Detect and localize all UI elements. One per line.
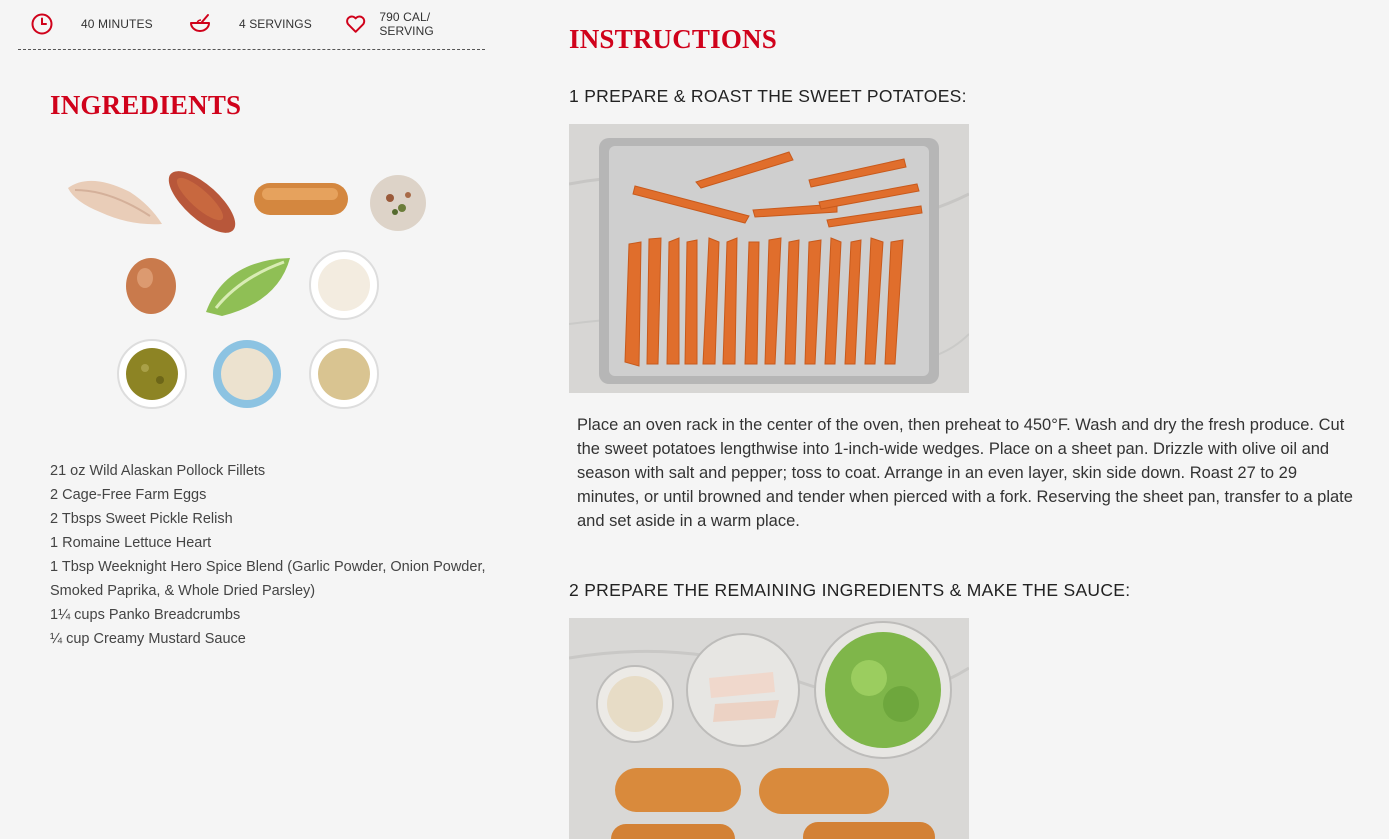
clock-icon — [31, 13, 53, 35]
ingredient-item: ¼ cup Creamy Mustard Sauce — [50, 631, 246, 647]
ingredients-heading: INGREDIENTS — [50, 90, 242, 120]
ingredients-photo — [68, 171, 426, 409]
ingredient-item: 21 oz Wild Alaskan Pollock Fillets — [50, 463, 266, 479]
ingredient-list: 21 oz Wild Alaskan Pollock Fillets 2 Cag… — [50, 459, 490, 651]
ingredients-column: 40 MINUTES 4 SERVINGS 790 CAL/ SERVING I… — [0, 0, 520, 839]
ingredient-item: 2 Cage-Free Farm Eggs — [50, 487, 207, 503]
servings-label: 4 SERVINGS — [239, 17, 312, 31]
instructions-column: INSTRUCTIONS 1 PREPARE & ROAST THE SWEET… — [569, 0, 1369, 839]
time-meta: 40 MINUTES — [30, 12, 153, 36]
calories-label: 790 CAL/ SERVING — [379, 10, 434, 38]
step-2-title: 2 PREPARE THE REMAINING INGREDIENTS & MA… — [569, 580, 1131, 600]
step-1-description: Place an oven rack in the center of the … — [577, 416, 1353, 530]
step-2-photo — [569, 618, 969, 839]
ingredient-item: 1 Tbsp Weeknight Hero Spice Blend (Garli… — [50, 559, 486, 599]
bowl-icon — [190, 14, 210, 32]
ingredient-item: 1¼ cups Panko Breadcrumbs — [50, 607, 241, 623]
calories-meta: 790 CAL/ SERVING — [344, 10, 485, 38]
step-1-photo — [569, 124, 969, 393]
heart-icon — [346, 15, 366, 33]
recipe-meta-bar: 40 MINUTES 4 SERVINGS 790 CAL/ SERVING — [18, 0, 485, 50]
step-1-title: 1 PREPARE & ROAST THE SWEET POTATOES: — [569, 86, 967, 106]
instructions-heading: INSTRUCTIONS — [569, 24, 777, 54]
ingredient-item: 2 Tbsps Sweet Pickle Relish — [50, 511, 233, 527]
ingredient-item: 1 Romaine Lettuce Heart — [50, 535, 212, 551]
servings-meta: 4 SERVINGS — [188, 12, 312, 36]
time-label: 40 MINUTES — [81, 17, 153, 31]
